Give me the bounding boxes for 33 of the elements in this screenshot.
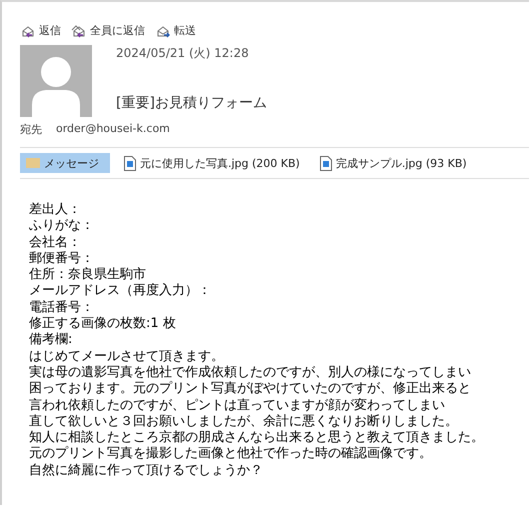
body-text-line: 差出人： xyxy=(29,202,82,218)
action-button[interactable]: 返信 xyxy=(20,23,61,38)
attachment-tab[interactable]: メッセージ xyxy=(20,153,110,173)
body-text-line: 電話番号： xyxy=(29,300,95,316)
body-text-line: 実は母の遺影写真を他社で作成依頼したのですが、別人の様になってしまい xyxy=(29,364,472,381)
action-button[interactable]: 転送 xyxy=(155,23,196,38)
body-text-line: 元のプリント写真を撮影した画像と他社で作った時の確認画像です。 xyxy=(29,446,433,463)
body-text-line: 住所：奈良県生駒市 xyxy=(29,267,146,284)
reply-all-icon xyxy=(71,24,87,38)
forward-icon xyxy=(155,24,171,38)
body-text-line: 困っております。元のプリント写真がぼやけていたのですが、修正出来ると xyxy=(29,381,472,398)
recipient-address: order@housei-k.com xyxy=(56,122,170,137)
attachment-tab[interactable]: 完成サンプル.jpg (93 KB) xyxy=(314,153,473,173)
to-label: 宛先 xyxy=(20,122,42,137)
image-file-icon xyxy=(124,156,136,170)
body-text-line: 直して欲しいと３回お願いしましたが、余計に悪くなりお断りしました。 xyxy=(29,414,459,430)
body-text-line: 修正する画像の枚数:1 枚 xyxy=(29,316,177,332)
body-text-line: 知人に相談したところ京都の朋成さんなら出来ると思うと教えて頂きました。 xyxy=(29,430,485,446)
sent-date: 2024/05/21 (火) 12:28 xyxy=(116,45,250,62)
body-text-line: 言われ依頼したのですが、ピントは直っていますが顔が変わってしまい xyxy=(29,398,446,414)
avatar-icon xyxy=(20,45,92,117)
body-text-line: 会社名： xyxy=(29,234,82,251)
action-button[interactable]: 全員に返信 xyxy=(71,23,145,38)
body-text-line: 備考欄: xyxy=(29,332,74,349)
body-text-line: 自然に綺麗に作って頂けるでしょうか？ xyxy=(29,462,264,480)
body-text-line: メールアドレス（再度入力）： xyxy=(29,283,212,300)
reply-icon xyxy=(20,24,36,38)
subject: [重要]お見積りフォーム xyxy=(116,94,267,112)
body-text-line: はじめてメールさせて頂きます。 xyxy=(29,348,225,365)
image-file-icon xyxy=(320,156,332,170)
body-text-line: ふりがな： xyxy=(29,218,95,235)
body-text-line: 郵便番号： xyxy=(29,250,95,267)
attachment-tab[interactable]: 元に使用した写真.jpg (200 KB) xyxy=(118,153,306,173)
